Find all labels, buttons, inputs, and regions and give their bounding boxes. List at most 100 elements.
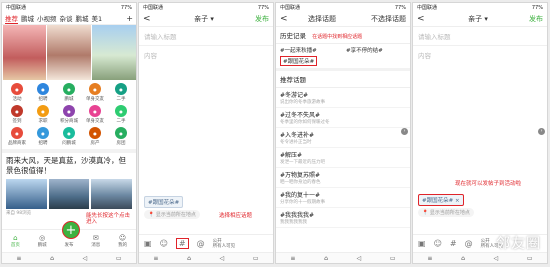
nav-messages[interactable]: ✉ 消息 [91,234,100,248]
grid-item[interactable]: ● 房团 [108,127,134,146]
back-icon[interactable]: ◁ [220,255,225,262]
grid-item[interactable]: ● 鹏城 [56,83,82,102]
grid-item[interactable]: ● 二手 [108,83,134,102]
menu-icon[interactable]: ≡ [427,255,432,262]
location-pill[interactable]: 📍 显示当前所在地点 [144,210,200,219]
menu-icon[interactable]: ≡ [153,255,158,262]
emoji-icon[interactable]: ☺ [434,239,442,248]
system-nav: ≡ ⌂ ◁ ▭ [413,252,547,263]
back-icon[interactable]: ◁ [494,255,499,262]
discover-icon: ◎ [39,234,46,242]
topic-header: < 选择话题 不选择话题 [276,12,410,27]
grid-item[interactable]: ● 招聘 [30,83,56,102]
post-image[interactable] [48,179,90,209]
body-input[interactable]: 内容 [413,46,547,194]
banner-photo[interactable] [47,25,91,80]
grid-item[interactable]: ● 活动 [4,83,30,102]
back-icon[interactable]: ◁ [357,255,362,262]
topic-subtitle: 说出你的冬季旅游故事 [280,100,325,105]
title-input[interactable]: 请输入标题 [139,27,273,46]
home-system-icon[interactable]: ⌂ [50,255,54,262]
topic-subtitle: 分享你的十一假期故事 [280,200,325,205]
back-icon[interactable]: < [417,14,427,24]
topic-item[interactable]: #冬游记# 说出你的冬季旅游故事 [276,88,410,108]
mention-icon[interactable]: @ [465,239,473,248]
recommend-header: 推荐话题 [276,68,410,88]
grid-item[interactable]: ● 单身交友 [82,105,108,124]
nav-publish[interactable]: 发布 [64,242,73,248]
banner-photos[interactable] [2,25,136,80]
history-item[interactable]: #一起来秋播# [280,46,340,54]
topic-item[interactable]: #入冬进补# 冬令进补正当时 [276,128,410,148]
add-tab-icon[interactable]: + [126,14,133,23]
tab-short-video[interactable]: 小视频 [37,13,57,23]
image-icon[interactable]: ▣ [418,239,426,248]
nav-city[interactable]: ◎ 鹏城 [38,234,47,248]
scroll-indicator[interactable]: › [401,128,408,135]
image-icon[interactable]: ▣ [144,239,152,248]
grid-item[interactable]: ● 签到 [4,105,30,124]
title-input[interactable]: 请输入标题 [413,27,547,46]
menu-icon[interactable]: ≡ [16,255,21,262]
recent-icon[interactable]: ▭ [390,255,396,262]
topic-item[interactable]: #万物复苏照# 晒一晒你身边的春色 [276,168,410,188]
recent-icon[interactable]: ▭ [253,255,259,262]
grid-item[interactable]: ● 二手 [108,105,134,124]
topic-item[interactable]: #我的复十一# 分享你的十一假期故事 [276,188,410,208]
back-icon[interactable]: ◁ [83,255,88,262]
grid-item[interactable]: ● 品牌商家 [4,127,30,146]
home-system-icon[interactable]: ⌂ [187,255,191,262]
visibility-toggle[interactable]: 公开 所有人可见 [213,239,236,249]
publish-fab[interactable]: + [62,221,80,239]
topic-title: #我的复十一# [280,192,321,199]
category-select[interactable]: 亲子 ▾ [153,14,255,24]
mention-icon[interactable]: @ [197,239,205,248]
recent-icon[interactable]: ▭ [527,255,533,262]
grid-item[interactable]: ● 单身交友 [82,83,108,102]
post-text[interactable]: 雨来大风，天是真蓝，沙漠真冷，但景色很值得！ [2,153,136,179]
publish-button[interactable]: 发布 [529,14,543,24]
topic-chip[interactable]: #跟国花朵# × [418,194,464,206]
scroll-indicator[interactable]: › [538,128,545,135]
grid-item[interactable]: ● 问鹏城 [56,127,82,146]
tab-city[interactable]: 鹏城 [76,13,89,23]
banner-photo[interactable] [2,25,47,80]
post-image[interactable] [91,179,133,209]
back-icon[interactable]: < [143,14,153,24]
grid-item[interactable]: ● 房产 [82,127,108,146]
topic-item[interactable]: #我我我我# 我我我我我我 [276,208,410,228]
back-icon[interactable]: < [280,14,290,24]
nav-me[interactable]: ☺ 我的 [118,234,127,248]
history-item[interactable]: #享不停的结# [346,46,406,54]
nav-home[interactable]: ⌂ 首页 [11,234,20,248]
topic-item[interactable]: #解压# 发泄一下最近的压力吧 [276,148,410,168]
publish-button[interactable]: 发布 [255,14,269,24]
category-select[interactable]: 亲子 ▾ [427,14,529,24]
post-image[interactable] [6,179,47,209]
close-icon[interactable]: × [455,198,460,204]
grid-item[interactable]: ● 招聘 [30,127,56,146]
grid-item[interactable]: ● 求职 [30,105,56,124]
home-system-icon[interactable]: ⌂ [324,255,328,262]
home-system-icon[interactable]: ⌂ [461,255,465,262]
no-topic-button[interactable]: 不选择话题 [371,14,406,24]
menu-icon[interactable]: ≡ [290,255,295,262]
hashtag-icon[interactable]: # [175,238,189,249]
grid-item[interactable]: ● 积分商城 [56,105,82,124]
location-pill[interactable]: 📍 显示当前所在地点 [418,208,474,217]
tab-pengcheng[interactable]: 鹏城 [21,13,34,23]
tab-recommend[interactable]: 推荐 [5,13,18,24]
body-input[interactable]: 内容 [139,46,273,196]
annotation-done: 现在就可以发帖子到活动啦 [455,181,522,187]
topic-chip[interactable]: #跟国花朵# [144,196,184,208]
emoji-icon[interactable]: ☺ [160,239,168,248]
hashtag-icon[interactable]: # [450,239,457,248]
history-item-selected[interactable]: #跟国花朵# [280,56,318,66]
recent-icon[interactable]: ▭ [116,255,122,262]
tab-more[interactable]: 美1 [92,13,103,23]
recommended-list: #冬游记# 说出你的冬季旅游故事 #过冬不失风# 冬季里的你如何保暖过冬 #入冬进补# 冬… [276,88,410,228]
grid-item-label: 房产 [90,141,100,146]
tab-chat[interactable]: 杂谈 [60,13,73,23]
topic-item[interactable]: #过冬不失风# 冬季里的你如何保暖过冬 [276,108,410,128]
banner-photo[interactable] [91,25,136,80]
